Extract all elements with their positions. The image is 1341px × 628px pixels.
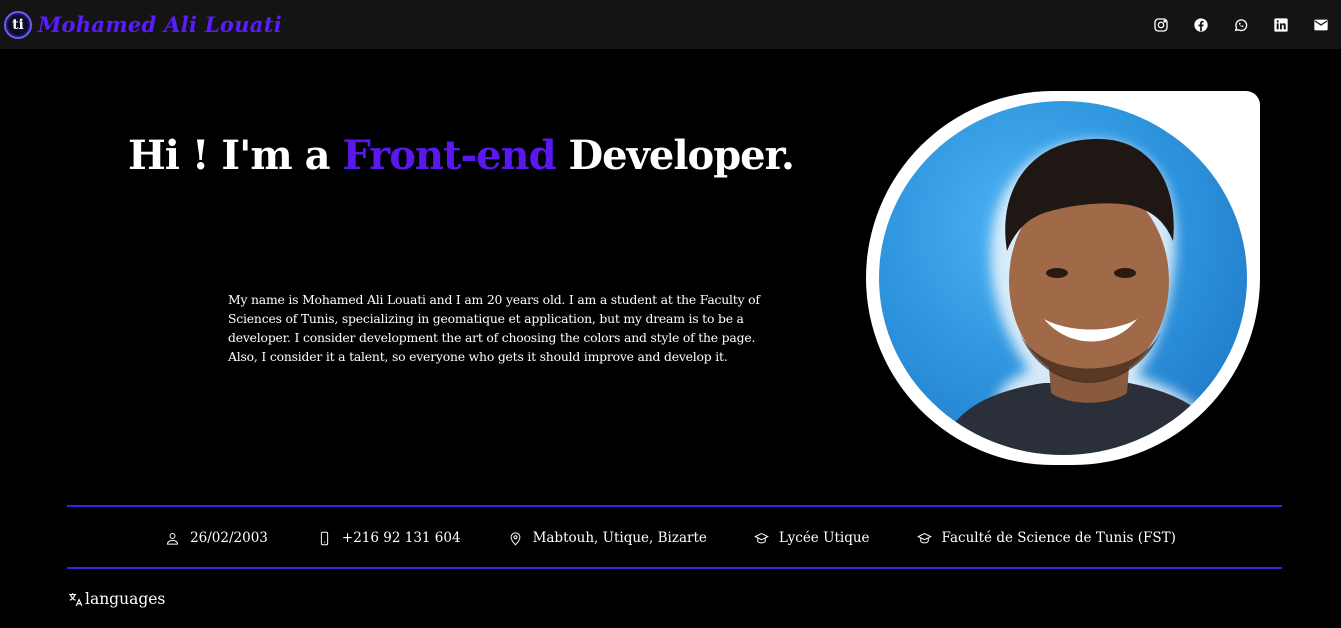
hero-title-accent: Front-end [342,132,556,179]
info-row: 26/02/2003 +216 92 131 604 Mabtouh, Utiq… [0,524,1341,552]
bio-paragraph: My name is Mohamed Ali Louati and I am 2… [228,292,760,345]
instagram-icon [1154,17,1168,32]
hero-title: Hi ! I'm a Front-end Developer. [128,132,828,179]
graduation-cap-icon [754,532,769,543]
hero-title-end: Developer. [555,132,794,179]
divider-bottom [67,567,1282,569]
mail-icon [1314,19,1328,30]
graduation-cap-icon [916,532,932,543]
person-icon [167,532,179,545]
info-faculty: Faculté de Science de Tunis (FST) [916,530,1176,546]
info-school: Lycée Utique [754,530,870,546]
whatsapp-link[interactable] [1221,0,1261,49]
info-phone: +216 92 131 604 [317,530,461,546]
instagram-link[interactable] [1141,0,1181,49]
translate-icon [69,592,83,606]
divider-top [67,505,1282,507]
location-icon [510,531,520,545]
mail-link[interactable] [1301,0,1341,49]
birthdate-text: 26/02/2003 [190,530,268,546]
languages-label: languages [85,590,166,608]
profile-photo [879,101,1247,455]
whatsapp-icon [1234,18,1248,31]
facebook-icon [1194,17,1208,32]
linkedin-link[interactable] [1261,0,1301,49]
info-address: Mabtouh, Utique, Bizarte [508,530,707,546]
brand-name[interactable]: Mohamed Ali Louati [38,12,282,37]
school-text: Lycée Utique [778,530,870,546]
portrait-illustration [939,138,1229,455]
faculty-text: Faculté de Science de Tunis (FST) [941,530,1176,546]
bio: My name is Mohamed Ali Louati and I am 2… [228,290,788,366]
info-birthdate: 26/02/2003 [165,530,268,546]
facebook-link[interactable] [1181,0,1221,49]
phone-text: +216 92 131 604 [341,530,461,546]
bio-paragraph-2: Also, I consider it a talent, so everyon… [228,349,728,364]
linkedin-icon [1274,17,1288,32]
navbar: ti Mohamed Ali Louati [0,0,1341,49]
address-text: Mabtouh, Utique, Bizarte [532,530,707,546]
hero-title-start: Hi ! I'm a [128,132,343,179]
phone-icon [320,531,329,545]
brand[interactable]: ti Mohamed Ali Louati [4,10,282,39]
social-links [1141,0,1341,49]
languages-heading: languages [67,590,165,608]
logo[interactable]: ti [4,10,32,39]
